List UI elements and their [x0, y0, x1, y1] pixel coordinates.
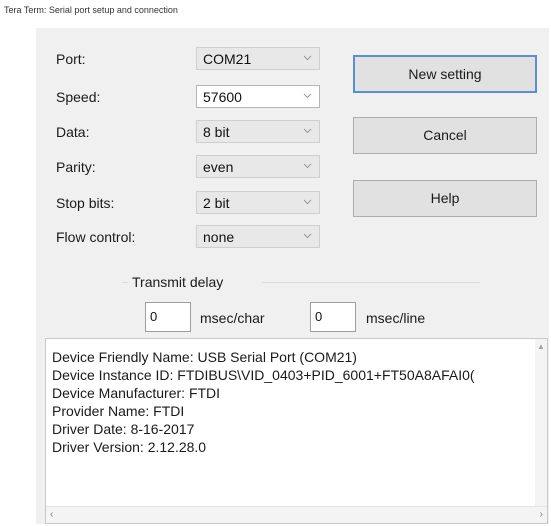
data-bits-dropdown[interactable]: 8 bit [196, 120, 320, 143]
device-friendly-name-line: Device Friendly Name: USB Serial Port (C… [52, 349, 357, 365]
speed-dropdown[interactable]: 57600 [196, 85, 320, 108]
scroll-left-arrow-icon[interactable]: ‹ [50, 509, 53, 520]
device-info-textbox[interactable]: Device Friendly Name: USB Serial Port (C… [45, 338, 548, 524]
device-instance-id-line: Device Instance ID: FTDIBUS\VID_0403+PID… [52, 367, 475, 383]
device-manufacturer-line: Device Manufacturer: FTDI [52, 385, 221, 401]
stop-bits-label: Stop bits: [56, 195, 115, 211]
group-box-line-right [262, 282, 480, 283]
msec-per-char-value: 0 [150, 309, 158, 324]
new-setting-button[interactable]: New setting [353, 55, 537, 93]
provider-name-line: Provider Name: FTDI [52, 403, 185, 419]
msec-per-char-label: msec/char [200, 310, 265, 326]
help-button[interactable]: Help [353, 180, 537, 217]
transmit-delay-title: Transmit delay [132, 274, 224, 290]
parity-value: even [203, 159, 234, 175]
msec-per-line-label: msec/line [366, 310, 426, 326]
scroll-up-arrow-icon[interactable]: ▲ [537, 342, 545, 351]
data-bits-value: 8 bit [203, 124, 230, 140]
flow-control-label: Flow control: [56, 229, 136, 245]
flow-control-dropdown[interactable]: none [196, 225, 320, 248]
port-dropdown[interactable]: COM21 [196, 47, 320, 70]
stop-bits-dropdown[interactable]: 2 bit [196, 191, 320, 214]
group-box-line-left [122, 282, 128, 283]
driver-version-line: Driver Version: 2.12.28.0 [52, 439, 207, 455]
speed-value: 57600 [203, 89, 242, 105]
window-title: Tera Term: Serial port setup and connect… [4, 5, 178, 15]
device-info-lines: Device Friendly Name: USB Serial Port (C… [52, 348, 534, 456]
chevron-down-icon [303, 233, 312, 239]
chevron-down-icon [303, 199, 312, 205]
flow-control-value: none [203, 229, 235, 245]
horizontal-scrollbar[interactable]: ‹ › [46, 506, 547, 523]
parity-dropdown[interactable]: even [196, 155, 320, 178]
stop-bits-value: 2 bit [203, 195, 230, 211]
msec-per-line-input[interactable]: 0 [310, 302, 356, 332]
data-label: Data: [56, 124, 90, 140]
parity-label: Parity: [56, 159, 96, 175]
driver-date-line: Driver Date: 8-16-2017 [52, 421, 195, 437]
chevron-down-icon [303, 93, 312, 99]
port-value: COM21 [203, 51, 252, 67]
msec-per-char-input[interactable]: 0 [145, 302, 191, 332]
vertical-scrollbar[interactable]: ▲ [535, 339, 547, 507]
tera-term-serial-setup-window: Tera Term: Serial port setup and connect… [0, 0, 551, 526]
scroll-right-arrow-icon[interactable]: › [540, 509, 543, 520]
msec-per-line-value: 0 [315, 309, 323, 324]
chevron-down-icon [303, 163, 312, 169]
chevron-down-icon [303, 128, 312, 134]
port-label: Port: [56, 51, 86, 67]
cancel-button[interactable]: Cancel [353, 117, 537, 154]
serial-port-setup-dialog: Port: COM21 Speed: 57600 Data: 8 bit Par… [36, 28, 549, 524]
chevron-down-icon [303, 55, 312, 61]
speed-label: Speed: [56, 89, 101, 105]
